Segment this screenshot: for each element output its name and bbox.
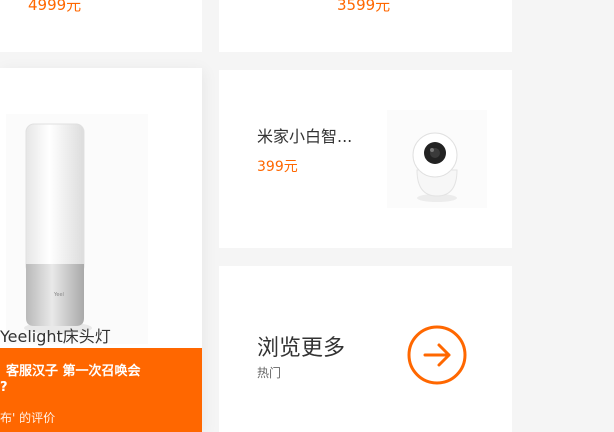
- product-card-top-right[interactable]: 3599元: [219, 0, 512, 52]
- lamp-product-name: Yeelight床头灯: [0, 327, 111, 346]
- arrow-right-circle-icon[interactable]: [407, 325, 467, 385]
- product-price: 4999元: [28, 0, 82, 14]
- product-card-top-left[interactable]: 4999元: [0, 0, 202, 52]
- camera-product-name: 米家小白智...: [257, 127, 353, 146]
- product-card-lamp[interactable]: Yeel Yeelight床头灯 客服汉子 第一次召唤会 ? 布' 的评价: [0, 68, 202, 432]
- browse-more-card[interactable]: 浏览更多 热门: [219, 266, 512, 432]
- review-author: 布' 的评价: [0, 411, 56, 425]
- svg-text:Yeel: Yeel: [53, 292, 64, 298]
- camera-product-price: 399元: [257, 159, 298, 175]
- lamp-product-image: Yeel: [6, 114, 148, 344]
- review-text-cont: ?: [0, 380, 8, 395]
- camera-product-image: [387, 110, 487, 208]
- browse-more-title: 浏览更多: [257, 336, 346, 361]
- product-price: 3599元: [337, 0, 391, 14]
- review-box[interactable]: 客服汉子 第一次召唤会 ? 布' 的评价: [0, 348, 202, 432]
- browse-more-subtitle: 热门: [257, 366, 282, 380]
- review-text: 客服汉子 第一次召唤会: [6, 364, 141, 379]
- product-card-camera[interactable]: 米家小白智... 399元: [219, 70, 512, 248]
